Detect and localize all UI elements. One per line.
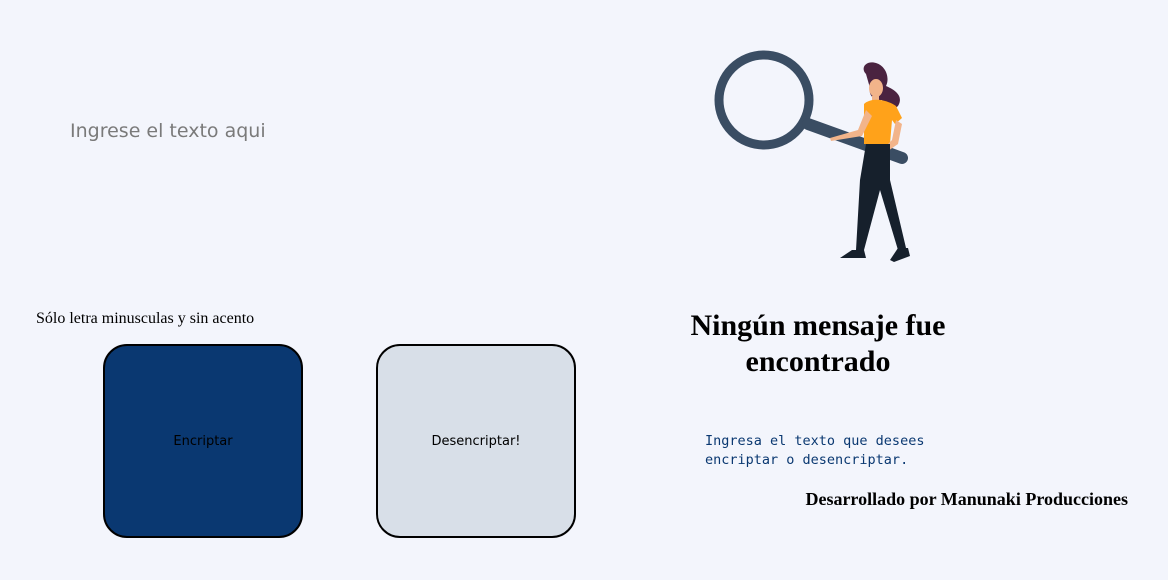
input-hint: Sólo letra minusculas y sin acento: [36, 310, 255, 327]
woman-with-magnifier-illustration: [700, 40, 920, 270]
no-message-description: Ingresa el texto que desees encriptar o …: [705, 433, 925, 468]
no-message-title: Ningún mensaje fue encontrado: [690, 309, 946, 378]
decrypt-button[interactable]: Desencriptar!: [376, 344, 576, 538]
footer-credits: Desarrollado por Manunaki Producciones: [805, 489, 1128, 509]
encrypt-button[interactable]: Encriptar: [103, 344, 303, 538]
text-input[interactable]: [60, 112, 580, 282]
magnifier-illustration-icon: [714, 50, 910, 262]
